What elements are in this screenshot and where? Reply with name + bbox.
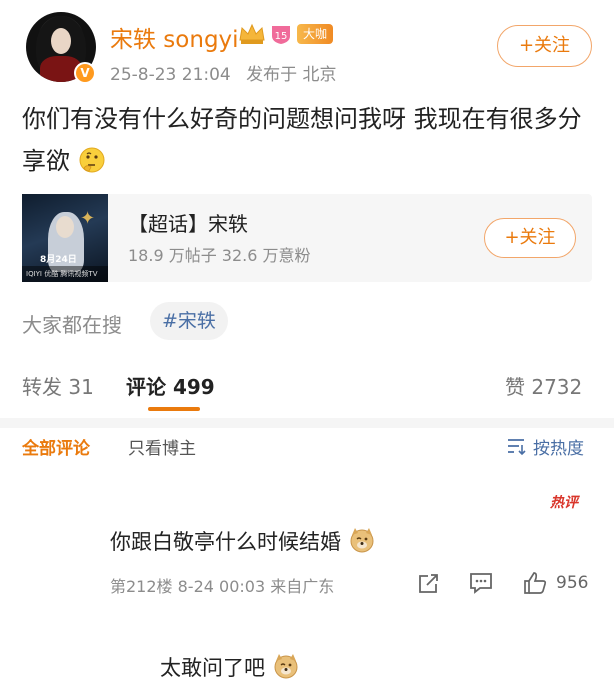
thumb-platforms: IQIYI 优酷 腾讯视频TV bbox=[22, 266, 108, 282]
active-tab-indicator bbox=[148, 407, 200, 411]
comment-text-content: 你跟白敬亭什么时候结婚 bbox=[110, 530, 341, 554]
doge-emoji-icon bbox=[350, 528, 374, 553]
thumb-face bbox=[56, 216, 74, 238]
share-icon[interactable] bbox=[416, 570, 442, 596]
hot-comment-badge: 热评 bbox=[550, 495, 578, 511]
section-divider bbox=[0, 418, 614, 428]
post-text-content: 你们有没有什么好奇的问题想问我呀 我现在有很多分享欲 bbox=[22, 105, 582, 175]
trending-search-tag[interactable]: #宋轶 bbox=[150, 302, 228, 340]
follow-button[interactable]: +关注 bbox=[497, 25, 592, 67]
avatar-face bbox=[51, 28, 71, 54]
topic-title: 【超话】宋轶 bbox=[128, 212, 248, 236]
filter-all-comments[interactable]: 全部评论 bbox=[22, 434, 90, 459]
post-date: 25-8-23 21:04 bbox=[110, 65, 231, 85]
post-source: 发布于 北京 bbox=[246, 65, 337, 85]
tab-repost[interactable]: 转发 31 bbox=[22, 371, 94, 400]
crown-icon bbox=[239, 23, 265, 44]
post-meta: 25-8-23 21:04 发布于 北京 bbox=[110, 60, 337, 85]
level-number: 15 bbox=[275, 31, 288, 42]
thumb-title-mark: ✦ bbox=[80, 208, 96, 229]
tab-likes[interactable]: 赞 2732 bbox=[505, 371, 582, 400]
reply-text-content: 太敢问了吧 bbox=[160, 656, 265, 680]
filter-host-only[interactable]: 只看博主 bbox=[128, 434, 196, 459]
like-icon[interactable] bbox=[522, 570, 548, 596]
big-shot-badge: 大咖 bbox=[297, 24, 334, 44]
verified-badge-icon: V bbox=[74, 62, 96, 84]
doge-emoji-icon bbox=[274, 654, 298, 679]
tab-comments[interactable]: 评论 499 bbox=[126, 371, 215, 400]
reply-icon[interactable] bbox=[468, 570, 494, 596]
topic-thumbnail: ✦ 8月24日 IQIYI 优酷 腾讯视频TV bbox=[22, 194, 108, 282]
sort-icon[interactable] bbox=[506, 436, 528, 456]
reply-text: 太敢问了吧 bbox=[160, 652, 300, 682]
super-topic-card[interactable]: ✦ 8月24日 IQIYI 优酷 腾讯视频TV 【超话】宋轶 18.9 万帖子 … bbox=[22, 194, 592, 282]
comment-meta: 第212楼 8-24 00:03 来自广东 bbox=[110, 577, 335, 596]
sort-by-hot[interactable]: 按热度 bbox=[533, 434, 584, 459]
comment-text: 你跟白敬亭什么时候结婚 bbox=[110, 526, 376, 556]
post-text: 你们有没有什么好奇的问题想问我呀 我现在有很多分享欲 bbox=[22, 98, 592, 182]
level-badge-icon: 15 bbox=[272, 26, 290, 44]
thumb-date: 8月24日 bbox=[40, 255, 77, 265]
topic-follow-button[interactable]: +关注 bbox=[484, 218, 576, 258]
author-name[interactable]: 宋轶 songyi bbox=[110, 20, 239, 54]
trending-search-label: 大家都在搜 bbox=[22, 313, 122, 337]
thinking-emoji-icon bbox=[79, 147, 105, 173]
topic-stats: 18.9 万帖子 32.6 万意粉 bbox=[128, 246, 311, 265]
like-count: 956 bbox=[556, 573, 589, 593]
